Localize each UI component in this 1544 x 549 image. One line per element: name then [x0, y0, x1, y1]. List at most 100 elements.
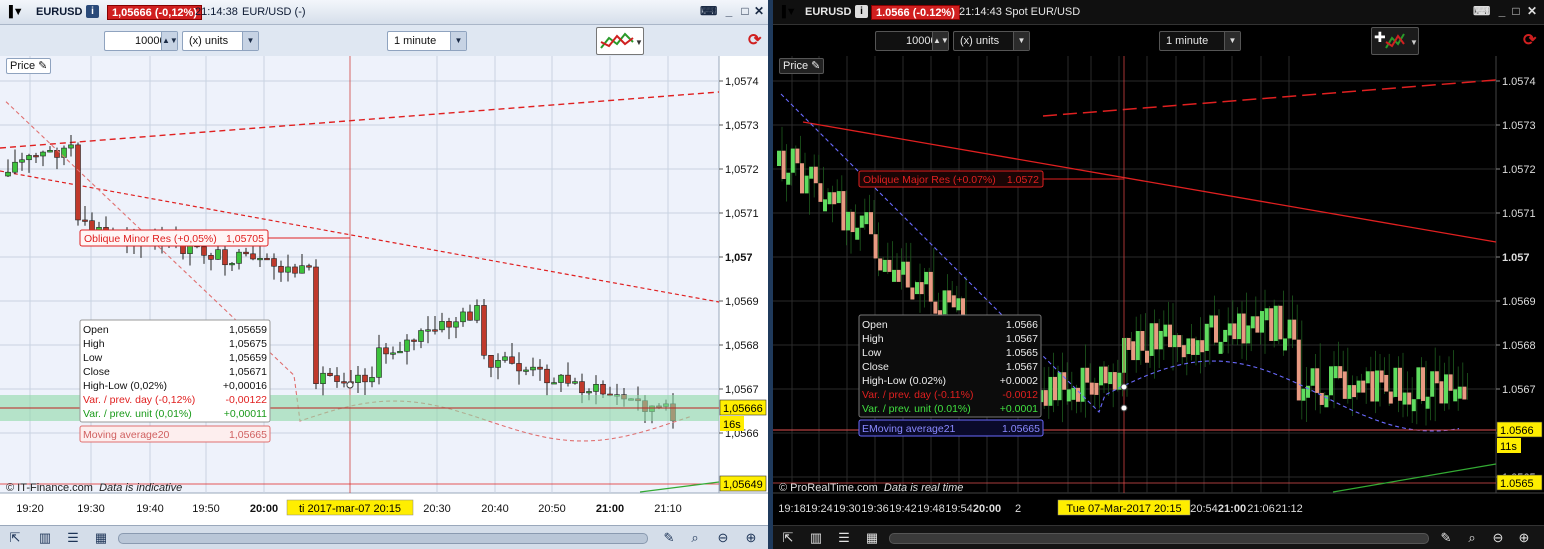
quantity-stepper[interactable]: 10000 ▲▼ [875, 31, 949, 51]
time-scrollbar[interactable] [118, 533, 648, 544]
candle-body [1172, 335, 1177, 348]
stepper-arrows-icon[interactable]: ▲▼ [161, 32, 178, 50]
zoom-in-icon[interactable]: ⊕ [742, 529, 760, 546]
info-icon[interactable]: i [86, 5, 99, 18]
window-menu-icon[interactable]: ▐▼ [778, 5, 797, 20]
symbol-label[interactable]: EURUSD [36, 5, 82, 20]
units-select[interactable]: (x) units ▼ [953, 31, 1030, 51]
candle-body [1163, 324, 1168, 337]
candle-body [947, 290, 952, 303]
stepper-arrows-icon[interactable]: ▲▼ [932, 32, 949, 50]
y-tick-label: 1.0571 [1502, 208, 1536, 220]
chart-style-button[interactable]: ▼ [596, 27, 644, 55]
x-tick-label: 19:42 [889, 503, 917, 515]
candle-body [1218, 341, 1223, 354]
keyboard-icon[interactable]: ⌨ [1473, 5, 1490, 18]
maximize-icon[interactable]: □ [738, 5, 752, 18]
zoom-out-icon[interactable]: ⊖ [1489, 529, 1507, 546]
candle-body [1434, 371, 1439, 384]
close-icon[interactable]: ✕ [752, 5, 766, 18]
chevron-down-icon[interactable]: ▼ [1224, 32, 1240, 50]
ohlc-row-label: Close [83, 366, 110, 378]
zoom-fit-icon[interactable]: ⌕ [1463, 529, 1481, 546]
candle-body [1145, 350, 1149, 363]
candle-body [1186, 338, 1191, 355]
chevron-down-icon[interactable]: ▼ [1013, 32, 1029, 50]
ohlc-row-value: 1.0565 [1006, 347, 1038, 359]
chart-style-icon: ✚ ▼ [1374, 29, 1418, 49]
candle-body [1260, 311, 1264, 333]
candle-body [813, 166, 818, 184]
candle-body [236, 251, 242, 264]
orderbook-icon[interactable]: ▦ [863, 529, 881, 546]
candles-icon[interactable]: ▥ [36, 529, 54, 546]
draw-tool-icon[interactable]: ✎ [1437, 529, 1455, 546]
maximize-icon[interactable]: □ [1509, 5, 1523, 18]
oblique-label-text: Oblique Minor Res (+0,05%) [84, 233, 217, 245]
candle-body [579, 381, 585, 394]
price-chart-right[interactable]: 1.0574 1.0573 1.0572 1.0571 1.057 1.0569 1.056… [773, 56, 1544, 525]
candle-body [809, 166, 814, 179]
draw-tool-icon[interactable]: ✎ [660, 529, 678, 546]
x-tick-label: 21:06 [1247, 503, 1275, 515]
candle-body [432, 329, 438, 332]
minimize-icon[interactable]: _ [722, 5, 736, 18]
refresh-icon[interactable]: ⟳ [1523, 30, 1541, 54]
candle-body [1227, 323, 1232, 336]
price-menu-button[interactable]: Price ✎ [6, 58, 52, 74]
close-icon[interactable]: ✕ [1525, 5, 1539, 18]
chart-style-button[interactable]: ✚ ▼ [1371, 27, 1419, 55]
candle-body [910, 287, 915, 300]
export-icon[interactable]: ⇱ [6, 529, 24, 546]
symbol-label[interactable]: EURUSD [805, 5, 851, 20]
candle-body [586, 391, 592, 394]
candle-body [1053, 376, 1057, 401]
candle-body [439, 321, 445, 331]
list-icon[interactable]: ☰ [64, 529, 82, 546]
candle-body [1407, 392, 1412, 405]
candle-body [827, 192, 832, 205]
keyboard-icon[interactable]: ⌨ [700, 5, 717, 18]
candle-body [873, 234, 878, 259]
x-tick-label: 19:48 [917, 503, 945, 515]
candle-body [1149, 323, 1154, 356]
export-icon[interactable]: ⇱ [779, 529, 797, 546]
chevron-down-icon[interactable]: ▼ [450, 32, 466, 50]
window-menu-icon[interactable]: ▐▼ [5, 5, 24, 20]
ma-price-badge-text: 1,05649 [723, 479, 763, 491]
candle-body [951, 295, 956, 308]
zoom-out-icon[interactable]: ⊖ [714, 529, 732, 546]
ohlc-row-value: 1,05671 [229, 366, 267, 378]
candle-body [1402, 392, 1407, 405]
orderbook-icon[interactable]: ▦ [92, 529, 110, 546]
svg-text:▼: ▼ [635, 38, 643, 47]
zoom-fit-icon[interactable]: ⌕ [686, 529, 704, 546]
list-icon[interactable]: ☰ [835, 529, 853, 546]
interval-select[interactable]: 1 minute ▼ [387, 31, 467, 51]
zoom-in-icon[interactable]: ⊕ [1515, 529, 1533, 546]
candle-body [530, 366, 536, 371]
refresh-icon[interactable]: ⟳ [748, 30, 766, 54]
chart-toolbar: 10000 ▲▼ (x) units ▼ 1 minute ▼ ✚ ▼ ⟳ [773, 26, 1544, 56]
price-menu-button[interactable]: Price ✎ [779, 58, 825, 74]
candle-body [841, 191, 846, 231]
ohlc-row-value: +0,00016 [223, 380, 267, 392]
info-icon[interactable]: i [855, 5, 868, 18]
ohlc-row-value: 1,05675 [229, 338, 267, 350]
candle-body [1416, 367, 1421, 400]
quantity-stepper[interactable]: 10000 ▲▼ [104, 31, 178, 51]
ohlc-row-label: High [862, 333, 884, 345]
y-tick-label: 1,0568 [725, 340, 759, 352]
chevron-down-icon[interactable]: ▼ [242, 32, 258, 50]
candles-icon[interactable]: ▥ [807, 529, 825, 546]
time-scrollbar[interactable] [889, 533, 1429, 544]
candle-body [446, 321, 452, 328]
units-select[interactable]: (x) units ▼ [182, 31, 259, 51]
price-chart-left[interactable]: 1,0574 1,0573 1,0572 1,0571 1,057 1,0569 1,056… [0, 56, 768, 525]
candle-body [859, 215, 864, 228]
ohlc-row-value: 1.0566 [1006, 319, 1038, 331]
candle-body [292, 266, 298, 274]
x-tick-label: 19:20 [16, 503, 44, 515]
interval-select[interactable]: 1 minute ▼ [1159, 31, 1241, 51]
minimize-icon[interactable]: _ [1495, 5, 1509, 18]
